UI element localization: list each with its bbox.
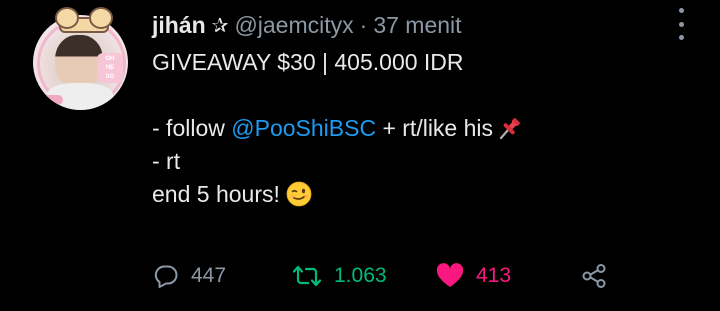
avatar[interactable]: OH HE SO: [33, 5, 135, 110]
tweet-body: GIVEAWAY $30 | 405.000 IDR - follow @Poo…: [152, 46, 692, 211]
body-line: GIVEAWAY $30 | 405.000 IDR: [152, 49, 464, 75]
retweet-icon: [292, 265, 322, 287]
share-icon: [582, 264, 606, 288]
body-line: end 5 hours!: [152, 178, 692, 211]
reply-count: 447: [191, 264, 227, 287]
mention-link[interactable]: @PooShiBSC: [231, 115, 376, 141]
retweet-button[interactable]: 1.063: [292, 260, 387, 292]
separator-dot: ·: [359, 11, 368, 38]
avatar-face: [55, 35, 103, 89]
more-vertical-icon[interactable]: [673, 8, 689, 40]
star-outline-icon: ✰: [211, 14, 229, 37]
user-handle[interactable]: @jaemcityx: [234, 12, 353, 39]
heart-filled-icon: [436, 263, 464, 287]
body-line: - follow @PooShiBSC + rt/like his: [152, 112, 692, 145]
body-text-fragment: + rt/like his: [376, 115, 494, 141]
bear-ears-decoration: [53, 5, 113, 33]
timestamp[interactable]: 37 menit: [373, 12, 461, 39]
retweet-count: 1.063: [334, 264, 387, 287]
avatar-badge: [41, 95, 63, 105]
share-button[interactable]: [580, 260, 608, 292]
like-count: 413: [476, 264, 512, 287]
winking-face-emoji: [286, 181, 312, 207]
body-text-fragment: end 5 hours!: [152, 181, 280, 207]
avatar-tag: OH HE SO: [97, 53, 123, 83]
body-line: - rt: [152, 148, 181, 174]
reply-button[interactable]: 447: [153, 260, 226, 292]
tweet-actions: 447 1.063 413: [153, 260, 633, 292]
pushpin-emoji: [499, 118, 520, 140]
display-name[interactable]: jihán: [152, 12, 206, 39]
body-text-fragment: - follow: [152, 115, 232, 141]
tweet-header: jihán ✰ @jaemcityx · 37 menit: [152, 12, 462, 38]
like-button[interactable]: 413: [436, 260, 511, 292]
comment-bubble-icon: [154, 265, 178, 288]
